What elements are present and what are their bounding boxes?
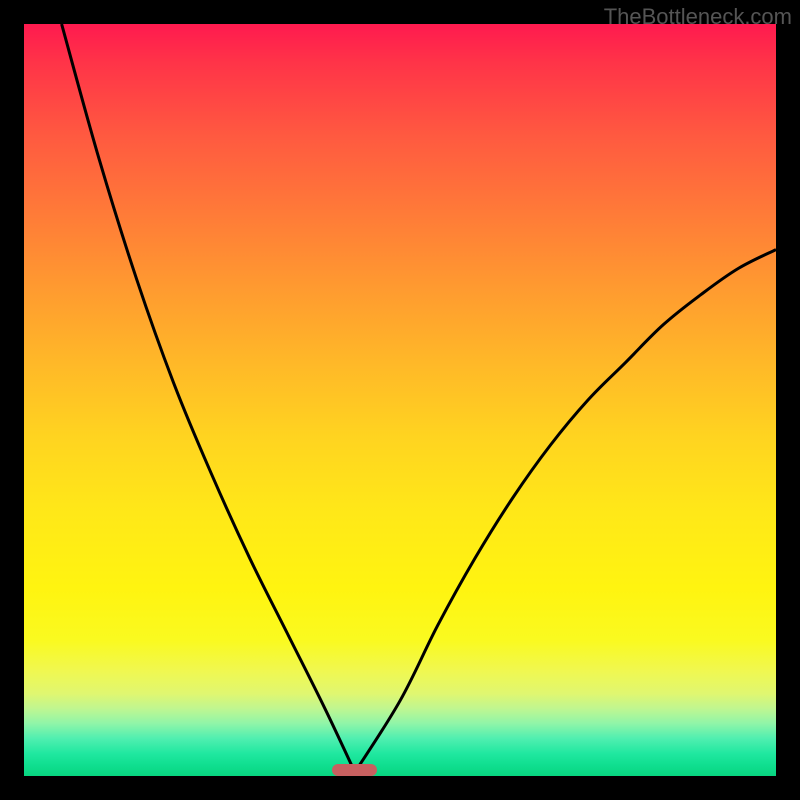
bottleneck-marker [332,764,377,776]
bottleneck-curve [24,24,776,776]
chart-plot-area [24,24,776,776]
curve-left [62,24,355,772]
curve-right [355,250,776,773]
watermark-text: TheBottleneck.com [604,4,792,30]
